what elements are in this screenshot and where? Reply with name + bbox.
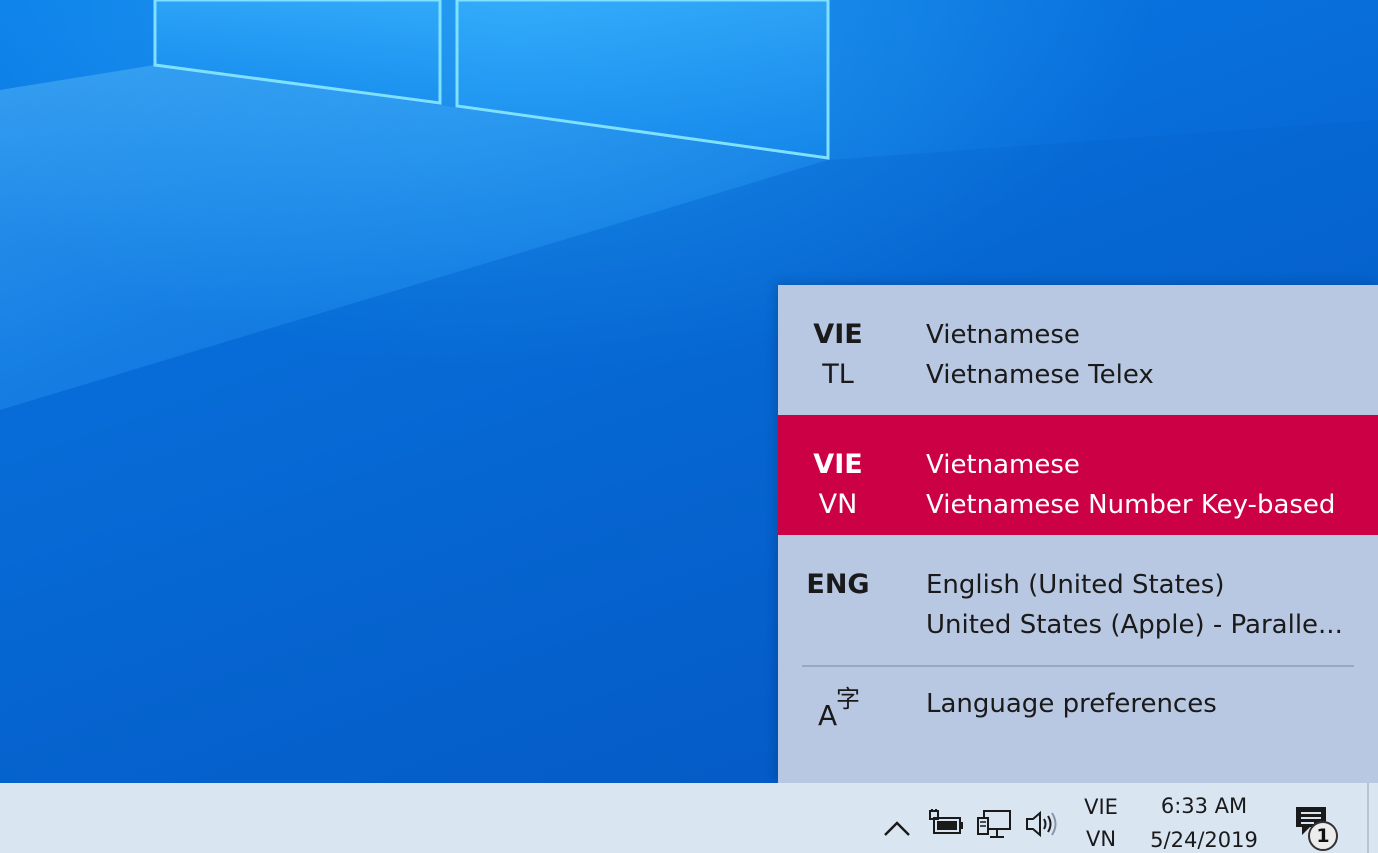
keyboard-layout-name: United States (Apple) - Paralle...: [926, 610, 1343, 640]
input-method-eng[interactable]: ENG English (United States) United State…: [778, 535, 1378, 655]
show-desktop-button[interactable]: [1367, 783, 1369, 853]
input-indicator-code: VIE: [1084, 795, 1118, 819]
chevron-up-icon[interactable]: [882, 811, 912, 845]
clock[interactable]: 6:33 AM 5/24/2019: [1140, 789, 1268, 853]
language-code: VIE: [813, 319, 863, 350]
language-code: ENG: [806, 569, 870, 600]
language-preferences-icon: A字: [818, 685, 860, 732]
language-name: English (United States): [926, 570, 1225, 600]
action-center-button[interactable]: 1: [1290, 803, 1346, 853]
clock-date: 5/24/2019: [1150, 828, 1258, 852]
input-indicator[interactable]: VIE VN: [1076, 791, 1126, 853]
input-switcher-flyout: VIE TL Vietnamese Vietnamese Telex VIE V…: [778, 285, 1378, 783]
input-method-vie-vn[interactable]: VIE VN Vietnamese Vietnamese Number Key-…: [778, 415, 1378, 535]
layout-code: TL: [822, 359, 854, 390]
notification-count-badge: 1: [1308, 821, 1338, 851]
language-name: Vietnamese: [926, 320, 1080, 350]
language-name: Vietnamese: [926, 450, 1080, 480]
battery-plug-icon[interactable]: [928, 807, 964, 841]
input-method-vie-tl[interactable]: VIE TL Vietnamese Vietnamese Telex: [778, 285, 1378, 405]
volume-icon[interactable]: [1024, 807, 1060, 841]
network-icon[interactable]: [976, 807, 1012, 841]
clock-time: 6:33 AM: [1160, 794, 1248, 818]
input-indicator-sub: VN: [1085, 827, 1117, 851]
language-preferences-label: Language preferences: [926, 689, 1217, 719]
keyboard-layout-name: Vietnamese Number Key-based: [926, 490, 1336, 520]
language-preferences-link[interactable]: A字 Language preferences: [778, 668, 1378, 783]
flyout-divider: [802, 665, 1354, 667]
layout-code: VN: [818, 489, 858, 520]
language-code: VIE: [813, 449, 863, 480]
taskbar: VIE VN 6:33 AM 5/24/2019 1: [0, 783, 1378, 853]
keyboard-layout-name: Vietnamese Telex: [926, 360, 1154, 390]
